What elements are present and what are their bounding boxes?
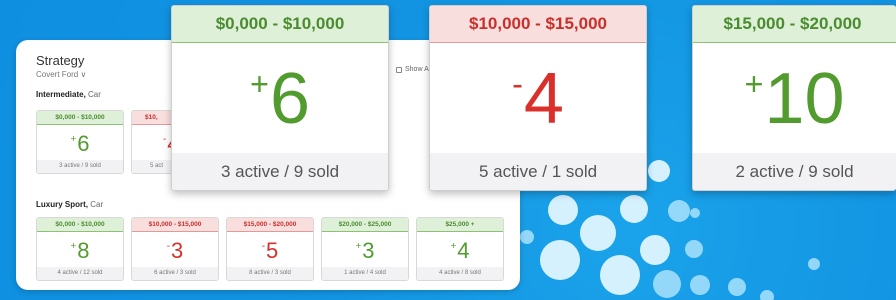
price-band-card[interactable]: $15,000 - $20,000 -5 8 active / 3 sold: [226, 217, 314, 281]
price-range-header: $0,000 - $10,000: [172, 6, 388, 43]
show-all-checkbox[interactable]: Show A: [396, 66, 429, 73]
price-range-header: $0,000 - $10,000: [37, 218, 123, 232]
delta-value: +10: [744, 59, 845, 139]
section-title-luxury-sport: Luxury Sport, Car: [36, 200, 104, 209]
price-band-card[interactable]: $20,000 - $25,000 +3 1 active / 4 sold: [321, 217, 409, 281]
store-selector[interactable]: Covert Ford ∨: [36, 70, 86, 79]
delta-value: +4: [450, 237, 470, 263]
price-range-header: $10,000 - $15,000: [430, 6, 646, 43]
inventory-footer: 1 active / 4 sold: [322, 267, 408, 280]
strategy-title: Strategy: [36, 53, 85, 68]
price-band-card[interactable]: $0,000 - $10,000 +8 4 active / 12 sold: [36, 217, 124, 281]
delta-value: +8: [70, 237, 90, 263]
price-band-card[interactable]: $10,000 - $15,000 -3 6 active / 3 sold: [131, 217, 219, 281]
card-row-luxury-sport: $0,000 - $10,000 +8 4 active / 12 sold $…: [36, 217, 504, 281]
price-range-header: $15,000 - $20,000: [227, 218, 313, 232]
delta-value: -5: [261, 237, 279, 263]
delta-value: -4: [512, 59, 564, 139]
inventory-footer: 3 active / 9 sold: [37, 160, 123, 173]
price-range-header: $15,000 - $20,000: [693, 6, 896, 43]
delta-value: -3: [166, 237, 184, 263]
price-range-header: $0,000 - $10,000: [37, 111, 123, 125]
inventory-footer: 4 active / 12 sold: [37, 267, 123, 280]
delta-value: +6: [70, 130, 90, 156]
store-selector-label: Covert Ford: [36, 70, 79, 79]
delta-value: +3: [355, 237, 375, 263]
show-all-label: Show A: [405, 66, 429, 73]
inventory-footer: 3 active / 9 sold: [172, 153, 388, 190]
section-title-intermediate: Intermediate, Car: [36, 90, 101, 99]
inventory-footer: 5 active / 1 sold: [430, 153, 646, 190]
inventory-footer: 2 active / 9 sold: [693, 153, 896, 190]
price-band-card[interactable]: $0,000 - $10,000 +6 3 active / 9 sold: [36, 110, 124, 174]
delta-value: +6: [250, 59, 310, 139]
featured-card-3[interactable]: $15,000 - $20,000 +10 2 active / 9 sold: [692, 5, 896, 191]
price-range-header: $20,000 - $25,000: [322, 218, 408, 232]
chevron-down-icon: ∨: [80, 70, 87, 79]
checkbox-icon: [396, 66, 402, 73]
price-range-header: $10,000 - $15,000: [132, 218, 218, 232]
price-range-header: $25,000 +: [417, 218, 503, 232]
featured-card-2[interactable]: $10,000 - $15,000 -4 5 active / 1 sold: [429, 5, 647, 191]
featured-card-1[interactable]: $0,000 - $10,000 +6 3 active / 9 sold: [171, 5, 389, 191]
inventory-footer: 4 active / 8 sold: [417, 267, 503, 280]
inventory-footer: 6 active / 3 sold: [132, 267, 218, 280]
price-band-card[interactable]: $25,000 + +4 4 active / 8 sold: [416, 217, 504, 281]
inventory-footer: 8 active / 3 sold: [227, 267, 313, 280]
